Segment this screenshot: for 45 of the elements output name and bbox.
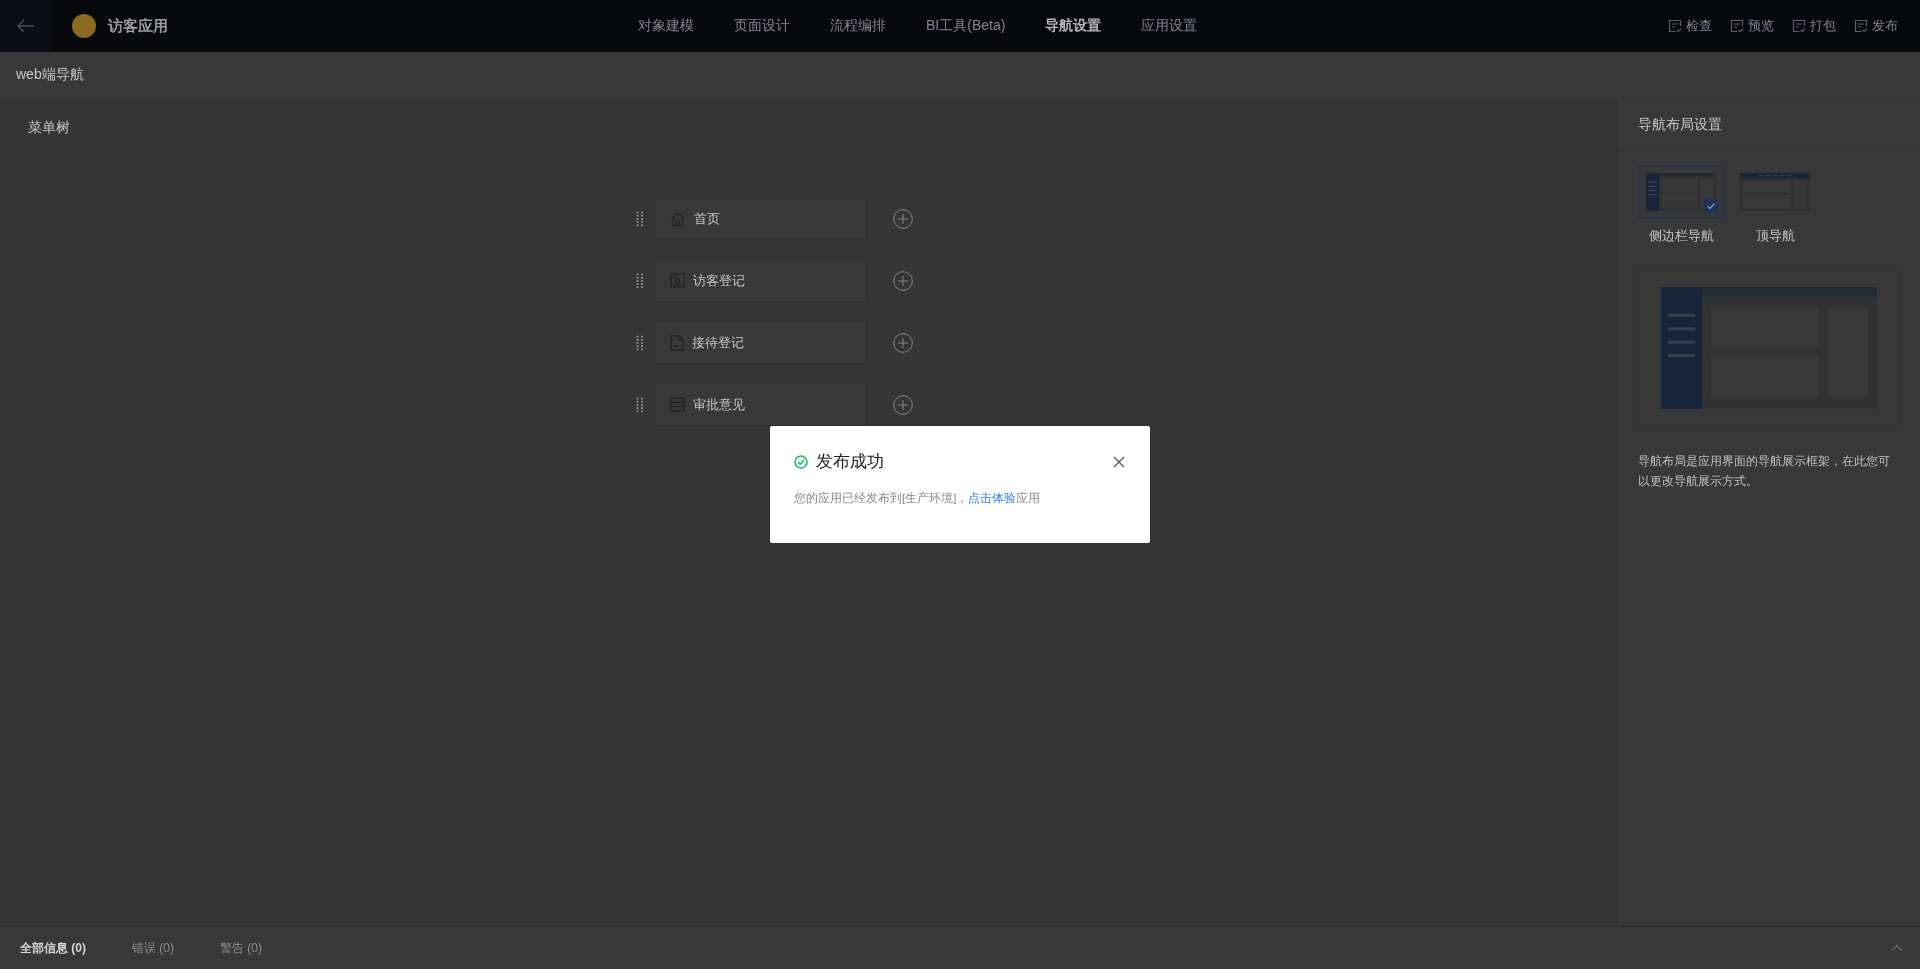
panel-title: 导航布局设置 [1618,99,1920,152]
drag-handle-icon[interactable] [636,210,644,227]
layout-thumbnail-drawing [1646,173,1716,211]
nav-tab[interactable]: 对象建模 [638,17,694,35]
log-tab[interactable]: 错误 (0) [132,939,174,957]
dialog-title: 发布成功 [816,451,885,473]
back-arrow-icon [17,19,35,33]
log-tab[interactable]: 全部信息 (0) [20,939,86,957]
experience-link[interactable]: 点击体验 [968,492,1017,504]
checklist-icon [1668,19,1682,33]
checklist-icon [1730,19,1744,33]
add-button[interactable] [893,332,913,353]
toolbar-action[interactable]: 预览 [1730,17,1774,35]
menu-item[interactable]: 访客登记 [654,259,867,302]
menu-item[interactable]: 接待登记 [654,321,867,364]
layout-thumbnail-drawing [1740,173,1810,211]
app-logo [72,14,96,38]
drag-handle-icon[interactable] [636,272,644,289]
toolbar-action[interactable]: 打包 [1792,17,1836,35]
toolbar-action[interactable]: 发布 [1854,17,1898,35]
menu-tree-title: 菜单树 [27,118,71,137]
toolbar-action[interactable]: 检查 [1668,17,1712,35]
nav-tab[interactable]: 应用设置 [1141,17,1198,35]
drag-handle-icon[interactable] [636,334,644,351]
menu-item[interactable]: 审批意见 [654,383,867,426]
nav-tab[interactable]: 导航设置 [1045,17,1102,35]
nav-tab[interactable]: BI工具(Beta) [926,17,1006,35]
dialog-message: 您的应用已经发布到[生产环境]，点击体验应用 [794,491,1042,506]
add-button[interactable] [893,394,913,415]
drag-handle-icon[interactable] [636,396,644,413]
log-tab[interactable]: 警告 (0) [220,939,262,957]
checklist-icon [1854,19,1868,33]
page-title: web端导航 [16,66,84,84]
layout-option[interactable]: 顶导航 [1732,165,1818,245]
close-icon[interactable] [1112,454,1126,469]
app-name: 访客应用 [108,16,169,36]
nav-tab[interactable]: 流程编排 [830,17,886,35]
add-button[interactable] [893,208,913,229]
checkmark-icon [1704,199,1718,213]
success-check-icon [794,454,808,469]
checklist-icon [1792,19,1806,33]
nav-tab[interactable]: 页面设计 [734,17,790,35]
menu-item[interactable]: 首页 [654,197,867,240]
add-button[interactable] [893,270,913,291]
layout-description: 导航布局是应用界面的导航展示框架，在此您可以更改导航展示方式。 [1637,453,1891,490]
